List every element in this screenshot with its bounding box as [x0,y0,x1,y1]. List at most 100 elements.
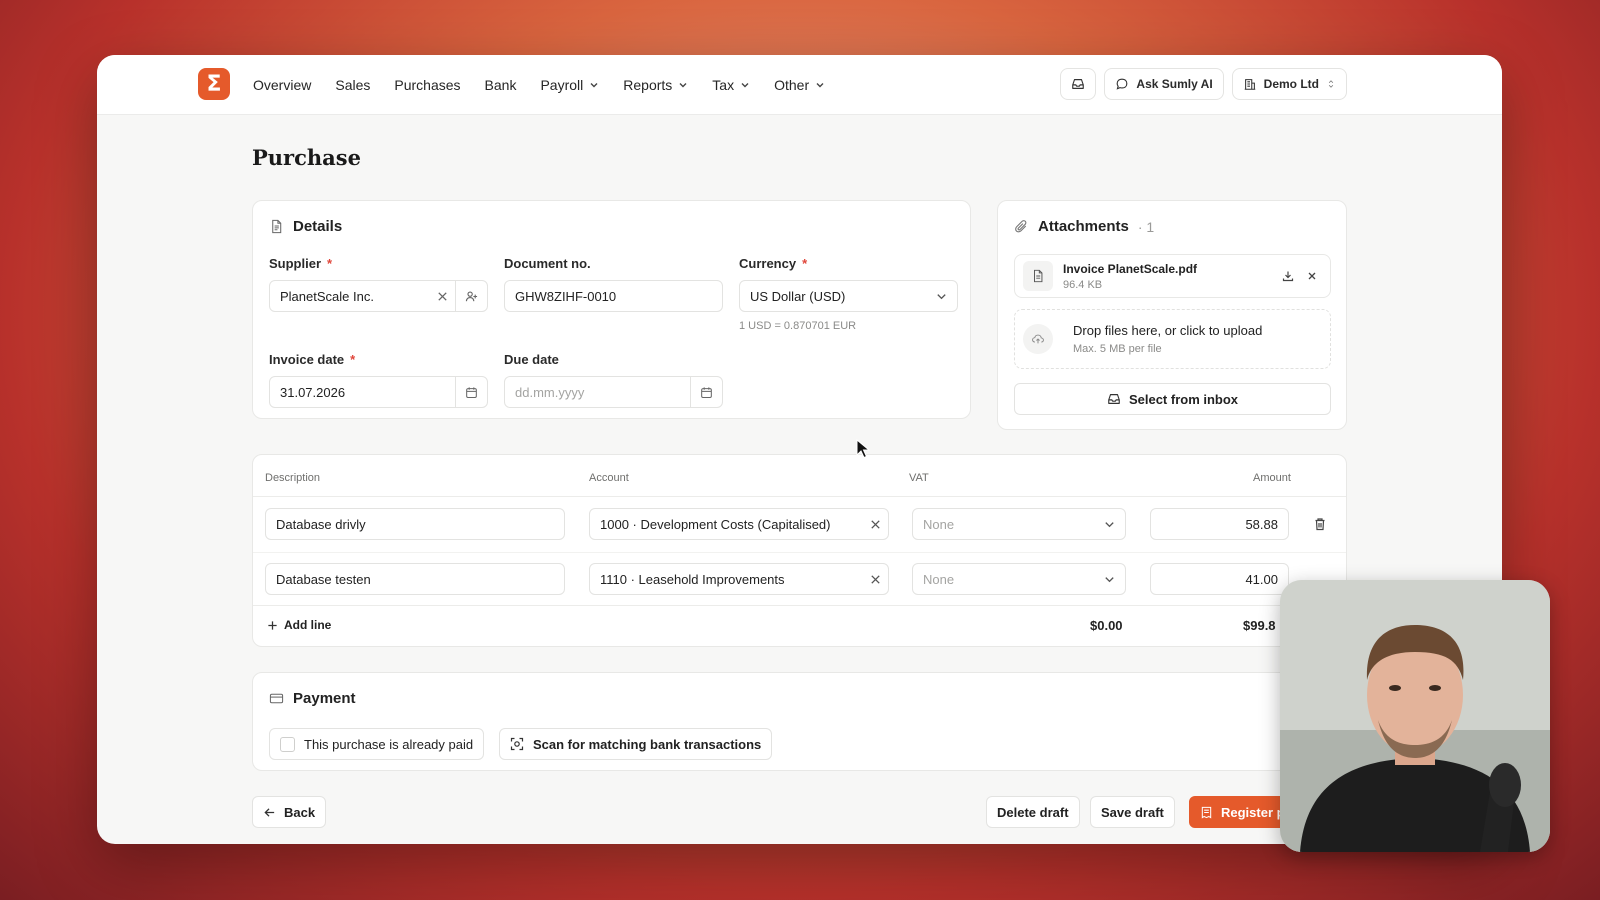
dropzone-text: Drop files here, or click to upload Max.… [1073,323,1262,355]
delete-draft-button[interactable]: Delete draft [986,796,1080,828]
file-dropzone[interactable]: Drop files here, or click to upload Max.… [1014,309,1331,369]
line-description-input[interactable]: Database drivly [265,508,565,540]
document-no-value: GHW8ZIHF-0010 [515,288,617,304]
required-mark: * [327,256,333,271]
nav-item-other[interactable]: Other [774,77,825,93]
add-line-button[interactable]: Add line [267,618,331,632]
line-description-input[interactable]: Database testen [265,563,565,595]
calendar-icon [466,386,477,398]
attachments-count: · 1 [1137,218,1155,235]
supplier-label-text: Supplier [269,256,322,271]
clear-account-button[interactable] [862,573,888,586]
presenter-video-feed [1280,580,1550,852]
nav-item-purchases[interactable]: Purchases [394,77,460,93]
vat-total: $0.00 [1090,618,1123,633]
clear-supplier-button[interactable] [429,290,455,303]
line-account-value: 1110 · Leasehold Improvements [600,571,785,587]
main-nav: Overview Sales Purchases Bank Payroll Re… [253,55,825,115]
nav-item-label: Bank [484,77,517,93]
inbox-button[interactable] [1060,68,1097,100]
nav-item-payroll[interactable]: Payroll [540,77,599,93]
line-account-select[interactable]: 1000 · Development Costs (Capitalised) [589,508,889,540]
mouse-cursor-icon [856,439,870,459]
already-paid-label: This purchase is already paid [304,736,474,752]
document-no-label: Document no. [504,256,591,271]
due-date-picker-button[interactable] [690,377,722,407]
column-header-account: Account [589,472,629,484]
scan-bank-transactions-button[interactable]: Scan for matching bank transactions [499,728,773,760]
currency-label: Currency * [739,256,807,271]
company-label: Demo Ltd [1263,77,1319,91]
supplier-field[interactable]: PlanetScale Inc. [269,280,488,312]
add-supplier-button[interactable] [455,281,487,311]
chevron-up-down-icon [1328,80,1334,88]
download-file-button[interactable] [1276,270,1300,282]
add-line-label: Add line [284,618,332,632]
line-amount-input[interactable]: 41.00 [1150,563,1289,595]
due-date-placeholder: dd.mm.yyyy [515,384,585,400]
invoice-date-picker-button[interactable] [455,377,487,407]
line-vat-select[interactable]: None [912,508,1126,540]
document-no-input[interactable]: GHW8ZIHF-0010 [504,280,723,312]
nav-item-reports[interactable]: Reports [623,77,688,93]
inbox-icon [1072,79,1085,89]
save-draft-button[interactable]: Save draft [1090,796,1175,828]
save-draft-label: Save draft [1101,804,1164,820]
nav-item-label: Sales [335,77,371,93]
nav-item-label: Reports [623,77,673,93]
scan-icon [510,737,524,751]
nav-item-bank[interactable]: Bank [485,77,517,93]
nav-item-label: Purchases [394,77,461,93]
back-label: Back [284,804,316,820]
already-paid-checkbox[interactable]: This purchase is already paid [269,728,485,760]
nav-item-overview[interactable]: Overview [253,77,311,93]
supplier-label: Supplier * [269,256,332,271]
nav-item-label: Overview [253,77,312,93]
column-header-description: Description [265,472,321,484]
ask-ai-button[interactable]: Ask Sumly AI [1104,68,1224,100]
dropzone-main-text: Drop files here, or click to upload [1073,323,1263,338]
close-icon [870,519,880,529]
checkbox[interactable] [280,736,295,752]
company-switcher[interactable]: Demo Ltd [1231,68,1347,100]
document-icon [272,219,282,234]
file-icon [1023,261,1053,291]
nav-item-label: Other [774,77,810,93]
details-card: Details Supplier * PlanetScale Inc. Docum… [252,200,971,419]
register-label: Register p [1221,804,1285,820]
payment-header: Payment [269,690,356,707]
line-description-value: Database drivly [276,516,366,532]
receipt-icon [1201,806,1212,819]
chevron-down-icon [1093,518,1125,531]
app-logo[interactable]: Σ [198,68,230,100]
top-navigation-bar: Σ Overview Sales Purchases Bank Payroll … [97,55,1502,115]
select-from-inbox-button[interactable]: Select from inbox [1014,383,1331,415]
attachment-file-row[interactable]: Invoice PlanetScale.pdf 96.4 KB [1014,254,1331,298]
chevron-down-icon [1093,573,1125,586]
due-date-label: Due date [504,352,559,367]
nav-item-tax[interactable]: Tax [712,77,750,93]
chevron-down-icon [679,83,687,88]
line-account-select[interactable]: 1110 · Leasehold Improvements [589,563,889,595]
currency-select[interactable]: US Dollar (USD) [739,280,958,312]
nav-item-sales[interactable]: Sales [335,77,370,93]
back-button[interactable]: Back [252,796,327,828]
chevron-down-icon [741,83,749,88]
trash-icon[interactable] [1313,517,1327,531]
payment-title: Payment [293,690,356,707]
file-name: Invoice PlanetScale.pdf [1063,261,1198,276]
plus-icon [268,620,277,630]
line-amount-value: 41.00 [1245,571,1278,587]
file-size: 96.4 KB [1063,278,1103,291]
invoice-date-input[interactable]: 31.07.2026 [269,376,488,408]
clear-account-button[interactable] [862,518,888,531]
remove-file-button[interactable] [1300,270,1324,282]
delete-draft-label: Delete draft [997,804,1069,820]
line-amount-value: 58.88 [1245,516,1278,532]
top-right-actions: Ask Sumly AI Demo Ltd [1060,68,1347,100]
due-date-input[interactable]: dd.mm.yyyy [504,376,723,408]
paperclip-icon [1015,220,1027,233]
line-amount-input[interactable]: 58.88 [1150,508,1289,540]
line-vat-select[interactable]: None [912,563,1126,595]
line-vat-value: None [923,516,955,532]
